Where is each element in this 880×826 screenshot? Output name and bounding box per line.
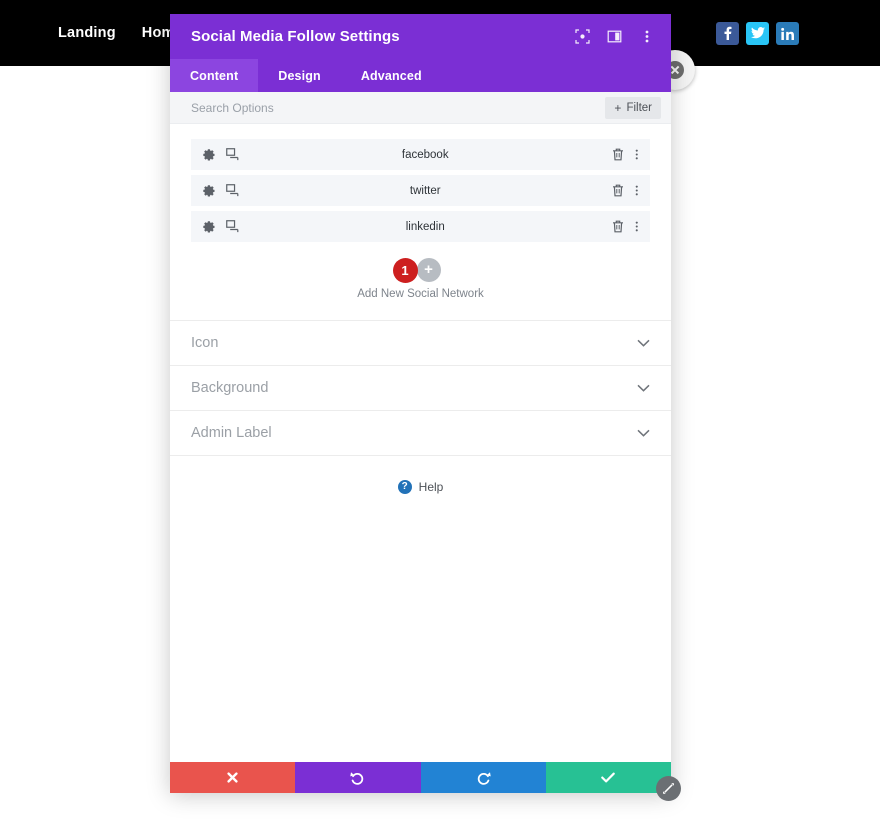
add-new-social-network[interactable]: + 1 Add New Social Network	[191, 247, 650, 316]
screen: Landing Home Social Media Follow Setting…	[0, 0, 880, 826]
cancel-button[interactable]	[170, 762, 296, 793]
undo-button[interactable]	[295, 762, 421, 793]
facebook-icon[interactable]	[716, 21, 739, 45]
gear-icon[interactable]	[202, 220, 215, 233]
fullscreen-icon[interactable]	[574, 28, 591, 45]
modal-tabs: Content Design Advanced	[170, 59, 671, 92]
question-mark-icon: ?	[397, 480, 412, 494]
row-label: facebook	[401, 148, 449, 161]
more-vertical-icon[interactable]	[638, 28, 655, 45]
site-navigation: Landing Home	[58, 0, 183, 66]
modal-title-actions	[574, 28, 655, 45]
duplicate-icon[interactable]	[226, 148, 239, 161]
chevron-down-icon[interactable]	[637, 384, 650, 392]
accordion-icon[interactable]: Icon	[170, 321, 671, 366]
search-input[interactable]	[191, 100, 606, 115]
accordion-admin-label[interactable]: Admin Label	[170, 411, 671, 456]
table-row[interactable]: facebook	[191, 139, 650, 170]
redo-button[interactable]	[420, 762, 546, 793]
accordion-label: Background	[191, 380, 269, 396]
help-link[interactable]: ? Help	[170, 456, 671, 494]
row-left-actions	[202, 148, 239, 161]
table-row[interactable]: linkedin	[191, 211, 650, 242]
row-label: twitter	[409, 184, 441, 197]
gear-icon[interactable]	[202, 148, 215, 161]
duplicate-icon[interactable]	[226, 184, 239, 197]
filter-button[interactable]: + Filter	[605, 96, 661, 119]
site-social-icons	[716, 0, 799, 66]
settings-modal: Social Media Follow Settings Content Des…	[170, 14, 671, 793]
filter-label: Filter	[626, 101, 652, 114]
more-vertical-icon[interactable]	[635, 220, 639, 233]
row-right-actions	[612, 184, 639, 197]
layout-panel-icon[interactable]	[606, 28, 623, 45]
table-row[interactable]: twitter	[191, 175, 650, 206]
search-row: + Filter	[170, 92, 671, 124]
chevron-down-icon[interactable]	[637, 429, 650, 437]
modal-body: facebook twitter linkedin + 1 Add New So…	[170, 124, 671, 762]
resize-handle[interactable]	[656, 776, 681, 801]
row-label: linkedin	[405, 220, 445, 233]
row-left-actions	[202, 220, 239, 233]
plus-icon[interactable]: +	[416, 258, 441, 282]
accordion-label: Icon	[191, 335, 219, 351]
social-network-list: facebook twitter linkedin + 1 Add New So…	[170, 124, 671, 321]
chevron-down-icon[interactable]	[637, 339, 650, 347]
duplicate-icon[interactable]	[226, 220, 239, 233]
accordion-background[interactable]: Background	[170, 366, 671, 411]
tab-content[interactable]: Content	[170, 59, 259, 92]
add-new-label: Add New Social Network	[357, 288, 484, 300]
plus-icon: +	[614, 100, 622, 115]
linkedin-icon[interactable]	[776, 21, 799, 45]
modal-action-bar	[170, 762, 671, 793]
row-right-actions	[612, 148, 639, 161]
trash-icon[interactable]	[612, 184, 624, 197]
trash-icon[interactable]	[612, 220, 624, 233]
nav-item-landing[interactable]: Landing	[58, 25, 116, 41]
row-right-actions	[612, 220, 639, 233]
save-button[interactable]	[545, 762, 671, 793]
row-left-actions	[202, 184, 239, 197]
more-vertical-icon[interactable]	[635, 148, 639, 161]
add-circles: + 1	[191, 258, 650, 283]
tab-advanced[interactable]: Advanced	[341, 59, 442, 92]
trash-icon[interactable]	[612, 148, 624, 161]
tab-design[interactable]: Design	[258, 59, 341, 92]
step-badge: 1	[392, 258, 418, 283]
accordion-label: Admin Label	[191, 425, 272, 441]
more-vertical-icon[interactable]	[635, 184, 639, 197]
modal-titlebar: Social Media Follow Settings	[170, 14, 671, 59]
modal-title: Social Media Follow Settings	[191, 28, 400, 45]
help-label: Help	[418, 480, 444, 494]
twitter-icon[interactable]	[746, 21, 769, 45]
gear-icon[interactable]	[202, 184, 215, 197]
